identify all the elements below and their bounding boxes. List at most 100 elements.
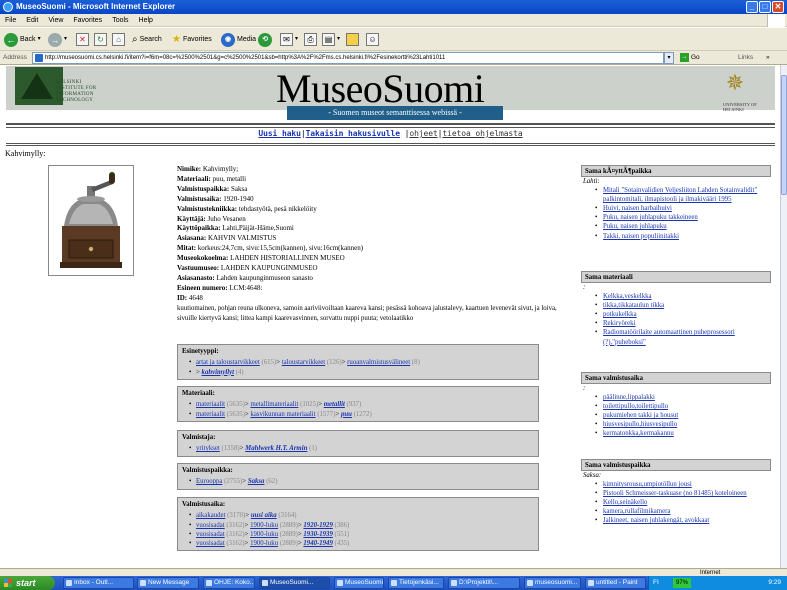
language-indicator[interactable]: FI (653, 576, 659, 590)
back-to-search-link[interactable]: Takaisin hakusivulle (306, 129, 400, 138)
links-button[interactable]: Links (738, 51, 753, 65)
messenger-button[interactable]: ☺ (366, 31, 379, 48)
close-button[interactable]: ✕ (772, 1, 784, 13)
category-link[interactable]: 1920-1929 (303, 522, 332, 529)
address-input[interactable]: http://museosuomi.cs.helsinki.fi/item?i=… (32, 52, 664, 64)
field-row: Valmistusaika: 1920-1940 (177, 195, 567, 205)
category-link[interactable]: Eurooppa (196, 478, 222, 485)
minimize-button[interactable]: _ (746, 1, 758, 13)
stop-button[interactable]: ✕ (76, 31, 89, 48)
mail-button[interactable]: ✉ ▾ (280, 31, 298, 48)
folder-button[interactable] (346, 31, 359, 48)
task-button[interactable]: MuseoSuomi... (334, 577, 384, 589)
category-link[interactable]: ruoanvalmistusvälineet (347, 359, 410, 366)
category-link[interactable]: puu (341, 411, 352, 418)
category-count: (3162) (224, 530, 245, 538)
field-row: Valmistuspaikka: Saksa (177, 185, 567, 195)
page-nav: Uusi haku|Takaisin hakusivulle |ohjeet|t… (258, 129, 523, 138)
related-item-link[interactable]: Huivi, naisen harbaihuivi (595, 204, 771, 213)
go-button[interactable]: → Go (680, 51, 700, 65)
related-item-link[interactable]: kamera,rullafilmikamera (595, 507, 771, 516)
help-link[interactable]: ohjeet (409, 129, 437, 138)
back-button[interactable]: ← Back ▾ (4, 31, 41, 48)
category-link[interactable]: kahvimyllyt (202, 369, 234, 376)
category-box: Esinetyyppi: artat ja taloustarvikkeet (6… (177, 344, 539, 380)
menu-help[interactable]: Help (134, 14, 158, 27)
address-dropdown[interactable]: ▾ (664, 52, 674, 64)
category-link[interactable]: taloustarvikkeet (282, 359, 325, 366)
related-item-link[interactable]: Takki, naisen populiinitakki (595, 232, 771, 241)
start-button[interactable]: start (0, 576, 55, 590)
related-item-link[interactable]: hiusvesipullo,hiusvesipullo (595, 420, 771, 429)
category-link[interactable]: 1900-luku (250, 540, 278, 547)
related-item-link[interactable]: Rekiryöreki (595, 319, 771, 328)
print-button[interactable]: ⎙ (304, 31, 317, 48)
category-link[interactable]: aikakaudet (196, 512, 225, 519)
forward-button[interactable]: → ▾ (48, 31, 67, 48)
category-link[interactable]: metallit (324, 401, 345, 408)
links-chevron-icon[interactable]: » (766, 51, 770, 65)
related-item-link[interactable]: Kello,seinäkello (595, 498, 771, 507)
category-path: materiaalit (5635)> kasvikunnan materiaa… (189, 410, 534, 420)
search-button[interactable]: ⌕ Search (132, 31, 162, 48)
task-button[interactable]: MuseoSuomi... (259, 577, 330, 589)
object-photo[interactable] (48, 165, 134, 276)
menu-tools[interactable]: Tools (107, 14, 133, 27)
battery-indicator[interactable]: 97% (673, 578, 692, 588)
related-item-link[interactable]: potkukelkka (595, 310, 771, 319)
maximize-button[interactable]: □ (759, 1, 771, 13)
task-button[interactable]: Inbox - Outl... (63, 577, 134, 589)
category-link[interactable]: materiaalit (196, 401, 225, 408)
related-item-link[interactable]: kimnitysrousu,umpiotöllun jousi (595, 480, 771, 489)
category-link[interactable]: Mahlwerk H.T. Armin (245, 445, 307, 452)
category-count: (937) (344, 401, 362, 409)
menu-view[interactable]: View (43, 14, 68, 27)
category-link[interactable]: yritykset (196, 445, 220, 452)
task-button[interactable]: D:\Projektit\... (448, 577, 520, 589)
field-value: tehdastyötä, pesä nikkelöity (238, 204, 317, 213)
related-item-link[interactable]: tikka,tikkataulun tikka (595, 301, 771, 310)
refresh-button[interactable]: ↻ (94, 31, 107, 48)
task-button[interactable]: Tietojenkäsi... (388, 577, 444, 589)
category-link[interactable]: uusi aika (251, 512, 277, 519)
about-link[interactable]: tietoa ohjelmasta (442, 129, 522, 138)
vertical-scrollbar[interactable] (780, 65, 787, 568)
category-link[interactable]: vuosisadat (196, 540, 225, 547)
category-link[interactable]: 1940-1949 (303, 540, 332, 547)
category-link[interactable]: 1900-luku (250, 531, 278, 538)
category-link[interactable]: 1930-1939 (303, 531, 332, 538)
related-item-link[interactable]: päälinne,lippalakki (595, 393, 771, 402)
favorites-button[interactable]: ★ Favorites (172, 31, 212, 48)
new-search-link[interactable]: Uusi haku (258, 129, 301, 138)
related-item-link[interactable]: kermatonkka,kermakannu (595, 429, 771, 438)
related-item-link[interactable]: Radiomatöörilaite automaattinen puhepros… (595, 328, 771, 346)
related-item-link[interactable]: Puku, naisen juhlapuku takkeineen (595, 213, 771, 222)
related-item-link[interactable]: Mitali "Sotainvalidien Veljesliiton Lahd… (595, 186, 771, 204)
task-button[interactable]: untitled - Paint (585, 577, 646, 589)
category-link[interactable]: materiaalit (196, 411, 225, 418)
related-item-link[interactable]: Pistooli Schmeisser-taskuase (no 81485) … (595, 489, 771, 498)
menu-favorites[interactable]: Favorites (68, 14, 107, 27)
category-link[interactable]: Saksa (248, 478, 265, 485)
related-item-link[interactable]: toilettipullo,toilettipullo (595, 402, 771, 411)
related-item-link[interactable]: pukumiehen takki ja housut (595, 411, 771, 420)
media-button[interactable]: ◉ Media (221, 31, 256, 48)
home-button[interactable]: ⌂ (112, 31, 125, 48)
menu-file[interactable]: File (0, 14, 21, 27)
history-button[interactable]: ⟲ (258, 31, 272, 48)
menu-edit[interactable]: Edit (21, 14, 43, 27)
category-link[interactable]: vuosisadat (196, 531, 225, 538)
category-link[interactable]: 1900-luku (250, 522, 278, 529)
task-button[interactable]: New Message (137, 577, 199, 589)
category-link[interactable]: kasvikunnan materiaalit (250, 411, 315, 418)
edit-button[interactable]: ▤ ▾ (322, 31, 340, 48)
category-link[interactable]: metallimateriaalit (250, 401, 298, 408)
scrollbar-thumb[interactable] (781, 75, 787, 195)
related-item-link[interactable]: Jalkineet, naisen juhlakengät, avokkaat (595, 516, 771, 525)
category-link[interactable]: vuosisadat (196, 522, 225, 529)
task-button[interactable]: museosuomi... (524, 577, 581, 589)
category-link[interactable]: artat ja taloustarvikkeet (196, 359, 260, 366)
task-button[interactable]: OHJE: Koko... (203, 577, 255, 589)
related-item-link[interactable]: Puku, naisen juhlapuku (595, 222, 771, 231)
related-item-link[interactable]: Kelkka,veskelkka (595, 292, 771, 301)
